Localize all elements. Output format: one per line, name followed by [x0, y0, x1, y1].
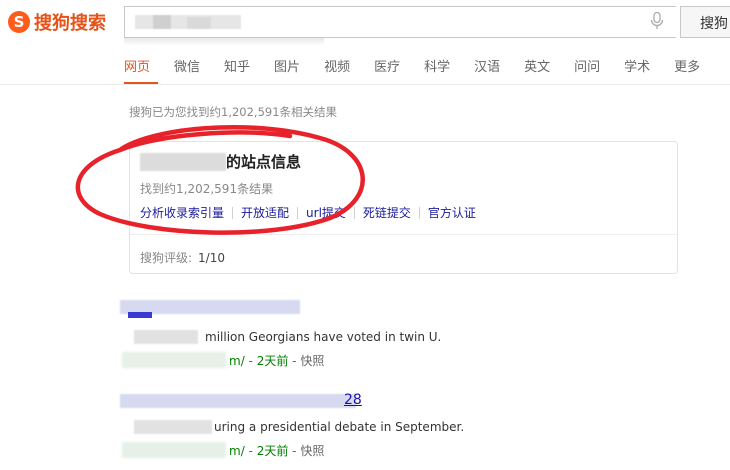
result-count: 搜狗已为您找到约1,202,591条相关结果 — [129, 105, 338, 119]
search-shadow — [124, 38, 324, 46]
tab-1[interactable]: 微信 — [174, 56, 200, 80]
link-open-adapt[interactable]: 开放适配 — [241, 204, 289, 221]
result-snippet: uring a presidential debate in September… — [214, 420, 465, 434]
link-official-cert[interactable]: 官方认证 — [428, 204, 476, 221]
link-divider — [353, 206, 355, 219]
tab-4[interactable]: 视频 — [324, 56, 350, 80]
link-divider — [297, 206, 299, 219]
tab-2[interactable]: 知乎 — [224, 56, 250, 80]
tab-9[interactable]: 问问 — [574, 56, 600, 80]
site-index-count: 找到约1,202,591条结果 — [140, 182, 274, 196]
snippet-redacted — [134, 330, 198, 344]
result-meta: m/ - 2天前 - 快照 — [229, 354, 325, 368]
site-info-title[interactable]: 的站点信息 — [140, 151, 301, 172]
snapshot-link[interactable]: 快照 — [300, 354, 324, 368]
snippet-redacted — [134, 420, 212, 434]
rating-label: 搜狗评级: — [140, 251, 193, 265]
result-time: 2天前 — [256, 354, 289, 368]
tab-8[interactable]: 英文 — [524, 56, 550, 80]
link-url-submit[interactable]: url提交 — [306, 204, 346, 221]
vertical-tabs: 网页 微信 知乎 图片 视频 医疗 科学 汉语 英文 问问 学术 更多 — [124, 56, 724, 80]
result-time: 2天前 — [256, 444, 289, 458]
search-query-redacted — [135, 15, 241, 29]
site-info-title-text: 的站点信息 — [226, 153, 302, 171]
site-tool-links: 分析收录索引量 开放适配 url提交 死链提交 官方认证 — [140, 204, 476, 221]
result-title-tail[interactable]: 28 — [344, 392, 362, 408]
result-url[interactable]: m/ — [229, 354, 245, 368]
result-snippet: million Georgians have voted in twin U. — [205, 330, 442, 344]
result-meta: m/ - 2天前 - 快照 — [229, 444, 325, 458]
logo-text: 搜狗搜索 — [34, 13, 106, 34]
search-button[interactable]: 搜狗 — [680, 6, 730, 38]
snapshot-link[interactable]: 快照 — [300, 444, 324, 458]
site-info-card: 的站点信息 找到约1,202,591条结果 分析收录索引量 开放适配 url提交… — [129, 141, 678, 274]
tab-7[interactable]: 汉语 — [474, 56, 500, 80]
result-title-redacted[interactable] — [120, 394, 356, 408]
microphone-icon[interactable] — [650, 12, 664, 30]
site-name-redacted — [140, 152, 226, 171]
site-rating: 搜狗评级: 1/10 — [140, 249, 225, 266]
logo-mark-icon: S — [8, 11, 30, 33]
tab-3[interactable]: 图片 — [274, 56, 300, 80]
tab-6[interactable]: 科学 — [424, 56, 450, 80]
tab-5[interactable]: 医疗 — [374, 56, 400, 80]
url-redacted — [122, 352, 226, 368]
search-input[interactable] — [124, 6, 676, 38]
link-divider — [232, 206, 234, 219]
tab-0[interactable]: 网页 — [124, 56, 150, 80]
url-redacted — [122, 442, 226, 458]
link-index-analysis[interactable]: 分析收录索引量 — [140, 204, 224, 221]
link-deadlink-submit[interactable]: 死链提交 — [363, 204, 411, 221]
tab-11[interactable]: 更多 — [674, 56, 700, 80]
result-url[interactable]: m/ — [229, 444, 245, 458]
link-divider — [418, 206, 420, 219]
tab-10[interactable]: 学术 — [624, 56, 650, 80]
tabs-divider — [0, 84, 730, 85]
card-divider — [130, 234, 677, 235]
sogou-logo[interactable]: S 搜狗搜索 — [8, 9, 106, 35]
rating-value: 1/10 — [198, 251, 225, 265]
result-title-underline — [128, 312, 152, 318]
